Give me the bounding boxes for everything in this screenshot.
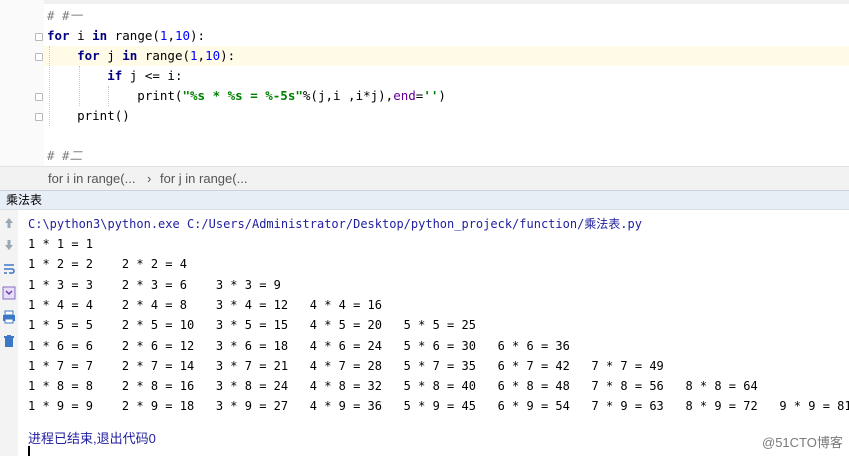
console-output-line: 1 * 1 = 1 — [28, 237, 94, 251]
code-token: print() — [47, 108, 130, 123]
code-token: , — [167, 28, 175, 43]
code-token: in — [92, 28, 108, 43]
code-token: 10 — [174, 28, 191, 43]
editor-gutter — [0, 0, 44, 166]
fold-marker-icon[interactable] — [35, 93, 43, 101]
code-line[interactable]: # #一 — [47, 6, 82, 26]
fold-marker-icon[interactable] — [35, 113, 43, 121]
code-token: range( — [137, 48, 191, 63]
code-token: print( — [47, 88, 183, 103]
code-token: j — [99, 48, 123, 63]
editor-tab-strip — [0, 0, 849, 4]
code-editor[interactable]: # #一 for i in range(1,10): for j in range… — [0, 0, 849, 166]
arrow-up-icon[interactable] — [2, 216, 16, 230]
watermark: @51CTO博客 — [762, 435, 843, 450]
code-token: , — [197, 48, 206, 63]
breadcrumb-separator: › — [147, 171, 152, 186]
code-token: %(j,i ,i*j), — [302, 88, 394, 103]
code-token: ): — [190, 28, 206, 43]
code-token: # #一 — [47, 8, 83, 23]
console-command-line: C:\python3\python.exe C:/Users/Administr… — [28, 217, 642, 231]
soft-wrap-icon[interactable] — [2, 262, 16, 276]
code-token: range( — [107, 28, 160, 43]
code-line[interactable]: # #二 — [47, 146, 82, 166]
console-output-line: 1 * 9 = 9 2 * 9 = 18 3 * 9 = 27 4 * 9 = … — [28, 399, 849, 414]
console-output-line: 1 * 5 = 5 2 * 5 = 10 3 * 5 = 15 4 * 5 = … — [28, 318, 476, 333]
code-token: end — [393, 88, 416, 103]
console-output-line: 1 * 6 = 6 2 * 6 = 12 3 * 6 = 18 4 * 6 = … — [28, 338, 570, 353]
code-token: i — [69, 28, 93, 43]
code-token: "%s * %s = %-5s" — [182, 88, 303, 103]
breadcrumb-item-inner-loop[interactable]: for j in range(... — [160, 167, 247, 191]
console-output-line: 1 * 4 = 4 2 * 4 = 8 3 * 4 = 12 4 * 4 = 1… — [28, 297, 383, 312]
fold-marker-icon[interactable] — [35, 33, 43, 41]
code-token: 10 — [205, 48, 221, 63]
code-token: ) — [438, 88, 446, 103]
code-line[interactable]: print() — [47, 106, 130, 126]
code-line[interactable]: for j in range(1,10): — [47, 46, 235, 66]
run-panel-header: 乘法表 — [0, 190, 849, 210]
console-caret — [28, 446, 30, 456]
run-tab-title[interactable]: 乘法表 — [6, 191, 42, 209]
code-token: in — [122, 48, 138, 63]
fold-marker-icon[interactable] — [35, 53, 43, 61]
process-exit-message: 进程已结束,退出代码0 — [28, 431, 156, 446]
run-toolbar — [0, 210, 19, 456]
trash-icon[interactable] — [2, 334, 16, 348]
code-token: 1 — [190, 48, 198, 63]
console-output-line: 1 * 3 = 3 2 * 3 = 6 3 * 3 = 9 — [28, 277, 281, 292]
code-token: for — [47, 28, 70, 43]
code-line[interactable]: if j <= i: — [47, 66, 183, 86]
console-output[interactable]: C:\python3\python.exe C:/Users/Administr… — [18, 210, 849, 456]
code-token: ): — [220, 48, 236, 63]
code-token: # #二 — [47, 148, 83, 163]
console-output-line: 1 * 2 = 2 2 * 2 = 4 — [28, 257, 187, 272]
code-token: if — [107, 68, 123, 83]
code-token: '' — [423, 88, 439, 103]
console-output-line: 1 * 7 = 7 2 * 7 = 14 3 * 7 = 21 4 * 7 = … — [28, 358, 664, 373]
breadcrumb: for i in range(... › for j in range(... — [0, 166, 849, 190]
code-token: j <= i: — [122, 68, 183, 83]
scroll-to-end-icon[interactable] — [2, 286, 16, 300]
print-icon[interactable] — [2, 310, 16, 324]
arrow-down-icon[interactable] — [2, 238, 16, 252]
code-line[interactable]: for i in range(1,10): — [47, 26, 205, 46]
code-line[interactable]: print("%s * %s = %-5s"%(j,i ,i*j),end=''… — [47, 86, 446, 106]
breadcrumb-item-outer-loop[interactable]: for i in range(... — [48, 167, 135, 191]
console-output-line: 1 * 8 = 8 2 * 8 = 16 3 * 8 = 24 4 * 8 = … — [28, 379, 758, 394]
code-token: for — [77, 48, 100, 63]
